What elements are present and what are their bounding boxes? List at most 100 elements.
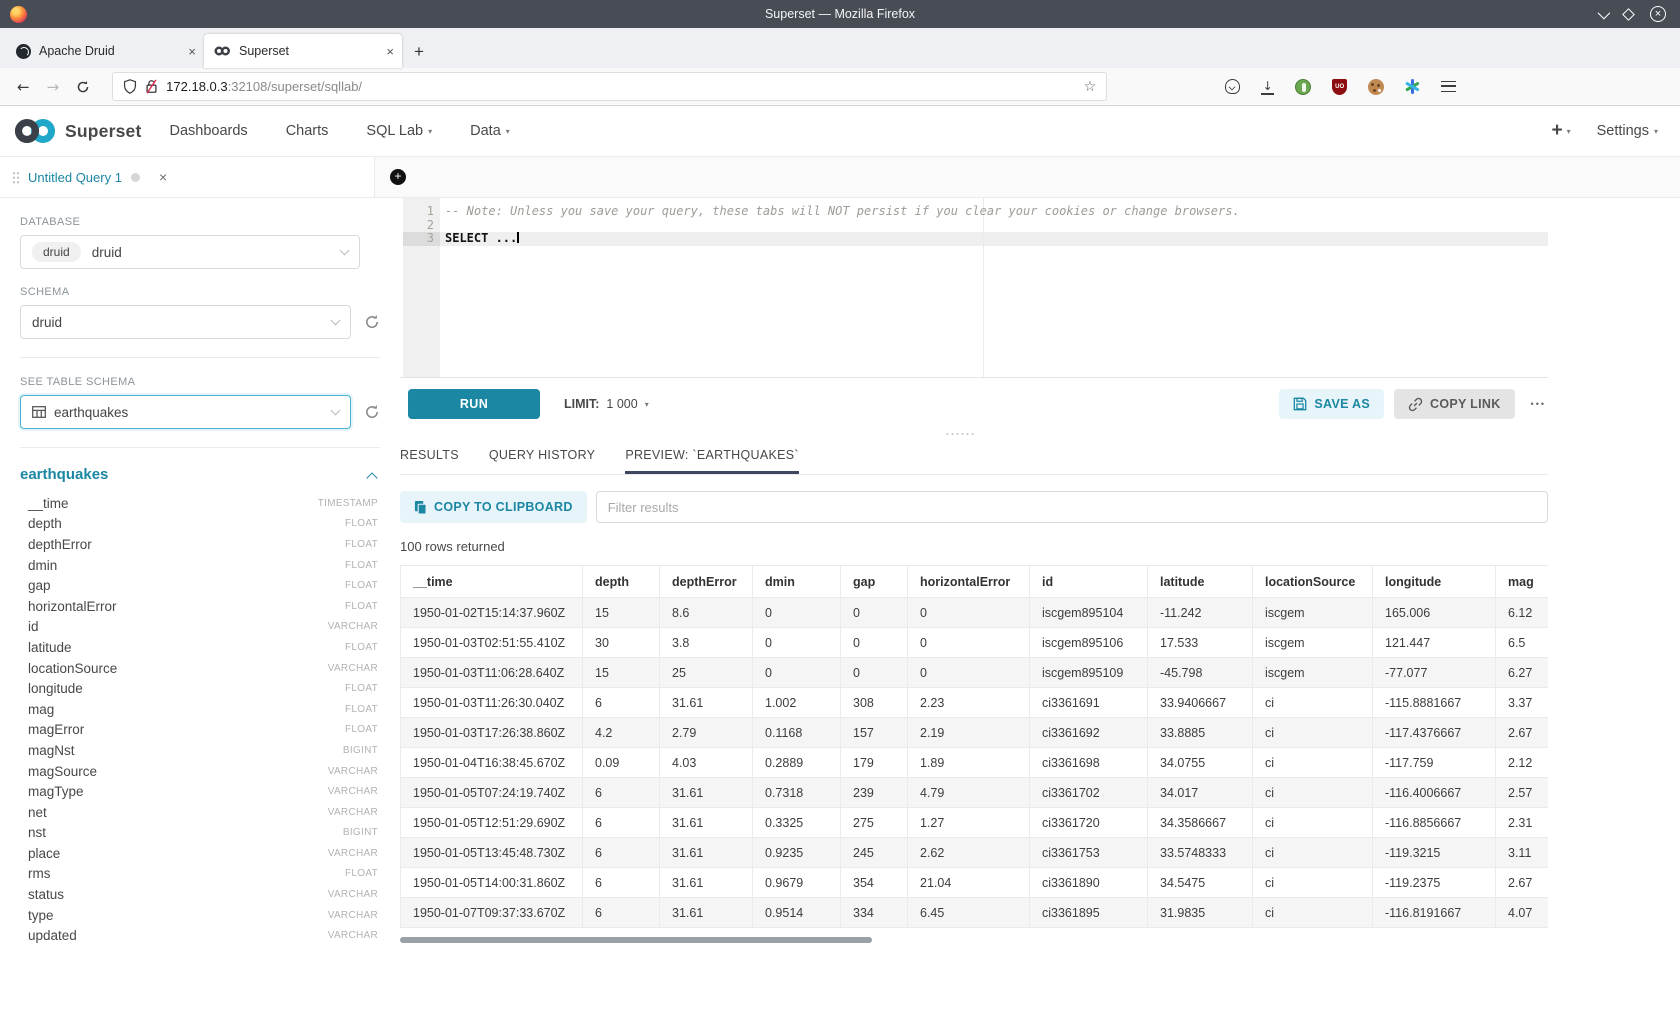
column-type: TIMESTAMP — [318, 498, 380, 509]
window-maximize-icon[interactable] — [1622, 8, 1635, 21]
column-name: status — [28, 887, 64, 902]
reload-button[interactable] — [76, 80, 90, 94]
superset-brand[interactable]: Superset — [12, 116, 142, 146]
line-number: 3 — [403, 232, 440, 246]
column-row: gap FLOAT — [20, 575, 380, 596]
table-cell: ci — [1253, 748, 1373, 778]
table-cell: ci — [1253, 838, 1373, 868]
tab-close-icon[interactable]: × — [386, 44, 394, 59]
pane-drag-handle[interactable] — [945, 432, 975, 437]
table-cell: 1950-01-03T11:06:28.640Z — [401, 658, 583, 688]
table-cell: ci3361890 — [1030, 868, 1148, 898]
column-header[interactable]: horizontalError — [908, 566, 1030, 598]
url-bar[interactable]: 172.18.0.3:32108/superset/sqllab/ ☆ — [112, 72, 1107, 101]
run-button[interactable]: RUN — [408, 389, 540, 419]
chevron-down-icon: ▾ — [428, 127, 432, 136]
window-close-icon[interactable]: × — [1650, 6, 1666, 22]
column-name: nst — [28, 825, 46, 840]
column-name: __time — [28, 496, 69, 511]
column-header[interactable]: gap — [841, 566, 908, 598]
new-query-tab-button[interactable]: + — [375, 157, 421, 197]
database-select[interactable]: druid druid — [20, 235, 360, 269]
tracking-shield-icon[interactable] — [123, 79, 137, 94]
table-cell: 6 — [583, 868, 660, 898]
column-row: mag FLOAT — [20, 699, 380, 720]
table-cell: 1950-01-07T09:37:33.670Z — [401, 898, 583, 928]
editor-code[interactable]: -- Note: Unless you save your query, the… — [440, 205, 1548, 246]
brand-name: Superset — [65, 121, 142, 142]
pocket-icon[interactable] — [1225, 79, 1240, 94]
column-header[interactable]: id — [1030, 566, 1148, 598]
table-cell: 0.09 — [583, 748, 660, 778]
table-select[interactable]: earthquakes — [20, 395, 351, 429]
bookmark-star-icon[interactable]: ☆ — [1084, 79, 1097, 95]
table-value: earthquakes — [54, 405, 128, 420]
filter-results-input[interactable] — [596, 491, 1548, 523]
cookie-extension-icon[interactable] — [1368, 79, 1384, 95]
column-header[interactable]: __time — [401, 566, 583, 598]
tab-preview-earthquakes[interactable]: PREVIEW: `EARTHQUAKES` — [625, 448, 799, 474]
sql-editor[interactable]: 1 2 3 -- Note: Unless you save your quer… — [400, 198, 1548, 378]
extension-asterisk-icon[interactable] — [1405, 79, 1420, 94]
table-cell: 0.9235 — [753, 838, 841, 868]
nav-item-charts[interactable]: Charts — [286, 123, 329, 139]
tab-query-history[interactable]: QUERY HISTORY — [489, 448, 595, 474]
table-cell: 4.07 — [1496, 898, 1549, 928]
column-row: depthError FLOAT — [20, 534, 380, 555]
settings-menu[interactable]: Settings▾ — [1597, 123, 1658, 139]
more-options-button[interactable]: ••• — [1531, 399, 1546, 409]
hamburger-menu-icon[interactable] — [1441, 81, 1456, 92]
insecure-lock-icon[interactable] — [145, 79, 158, 94]
table-row: 1950-01-03T11:06:28.640Z1525000iscgem895… — [401, 658, 1549, 688]
table-cell: 6.45 — [908, 898, 1030, 928]
table-cell: ci — [1253, 778, 1373, 808]
copy-link-button[interactable]: COPY LINK — [1394, 389, 1515, 419]
browser-tab-apache-druid[interactable]: Apache Druid × — [6, 34, 204, 68]
back-button[interactable]: ← — [17, 78, 30, 96]
column-header[interactable]: depth — [583, 566, 660, 598]
nav-item-sql-lab[interactable]: SQL Lab▾ — [366, 123, 432, 139]
copy-to-clipboard-button[interactable]: COPY TO CLIPBOARD — [400, 491, 587, 523]
limit-dropdown[interactable]: LIMIT: 1 000 ▾ — [564, 397, 649, 411]
collapse-chevron-up-icon[interactable] — [366, 472, 377, 483]
nav-item-dashboards[interactable]: Dashboards — [170, 123, 248, 139]
tab-results[interactable]: RESULTS — [400, 448, 459, 474]
column-name: magError — [28, 722, 84, 737]
column-row: __time TIMESTAMP — [20, 493, 380, 514]
schema-select[interactable]: druid — [20, 305, 351, 339]
query-tab-active[interactable]: Untitled Query 1 × — [0, 157, 375, 197]
column-name: rms — [28, 866, 51, 881]
table-cell: 34.017 — [1148, 778, 1253, 808]
column-header[interactable]: latitude — [1148, 566, 1253, 598]
forward-button[interactable]: → — [47, 78, 60, 96]
refresh-schemas-button[interactable] — [364, 314, 380, 330]
table-cell: iscgem — [1253, 658, 1373, 688]
tab-close-icon[interactable]: × — [188, 44, 196, 59]
table-icon — [32, 406, 46, 418]
extension-privacy-icon[interactable] — [1295, 79, 1311, 95]
column-row: locationSource VARCHAR — [20, 658, 380, 679]
table-cell: 15 — [583, 658, 660, 688]
column-name: gap — [28, 578, 51, 593]
drag-grip-icon[interactable] — [12, 171, 19, 184]
column-header[interactable]: dmin — [753, 566, 841, 598]
column-header[interactable]: depthError — [660, 566, 753, 598]
window-minimize-icon[interactable] — [1598, 6, 1611, 19]
empty-line — [440, 219, 1548, 233]
table-row: 1950-01-03T02:51:55.410Z303.8000iscgem89… — [401, 628, 1549, 658]
horizontal-scrollbar[interactable] — [400, 937, 872, 943]
table-cell: 0 — [841, 628, 908, 658]
nav-item-data[interactable]: Data▾ — [470, 123, 510, 139]
chevron-down-icon: ▾ — [1654, 127, 1658, 136]
add-new-button[interactable]: +▾ — [1551, 120, 1570, 142]
new-browser-tab-button[interactable]: + — [414, 42, 424, 62]
query-tab-close-icon[interactable]: × — [159, 169, 167, 185]
save-as-button[interactable]: SAVE AS — [1279, 389, 1384, 419]
column-header[interactable]: longitude — [1373, 566, 1496, 598]
downloads-icon[interactable]: ↓ — [1261, 79, 1274, 94]
refresh-tables-button[interactable] — [364, 404, 380, 420]
column-header[interactable]: mag — [1496, 566, 1549, 598]
ublock-origin-icon[interactable]: UO — [1332, 79, 1347, 95]
browser-tab-superset[interactable]: Superset × — [204, 34, 402, 68]
column-header[interactable]: locationSource — [1253, 566, 1373, 598]
